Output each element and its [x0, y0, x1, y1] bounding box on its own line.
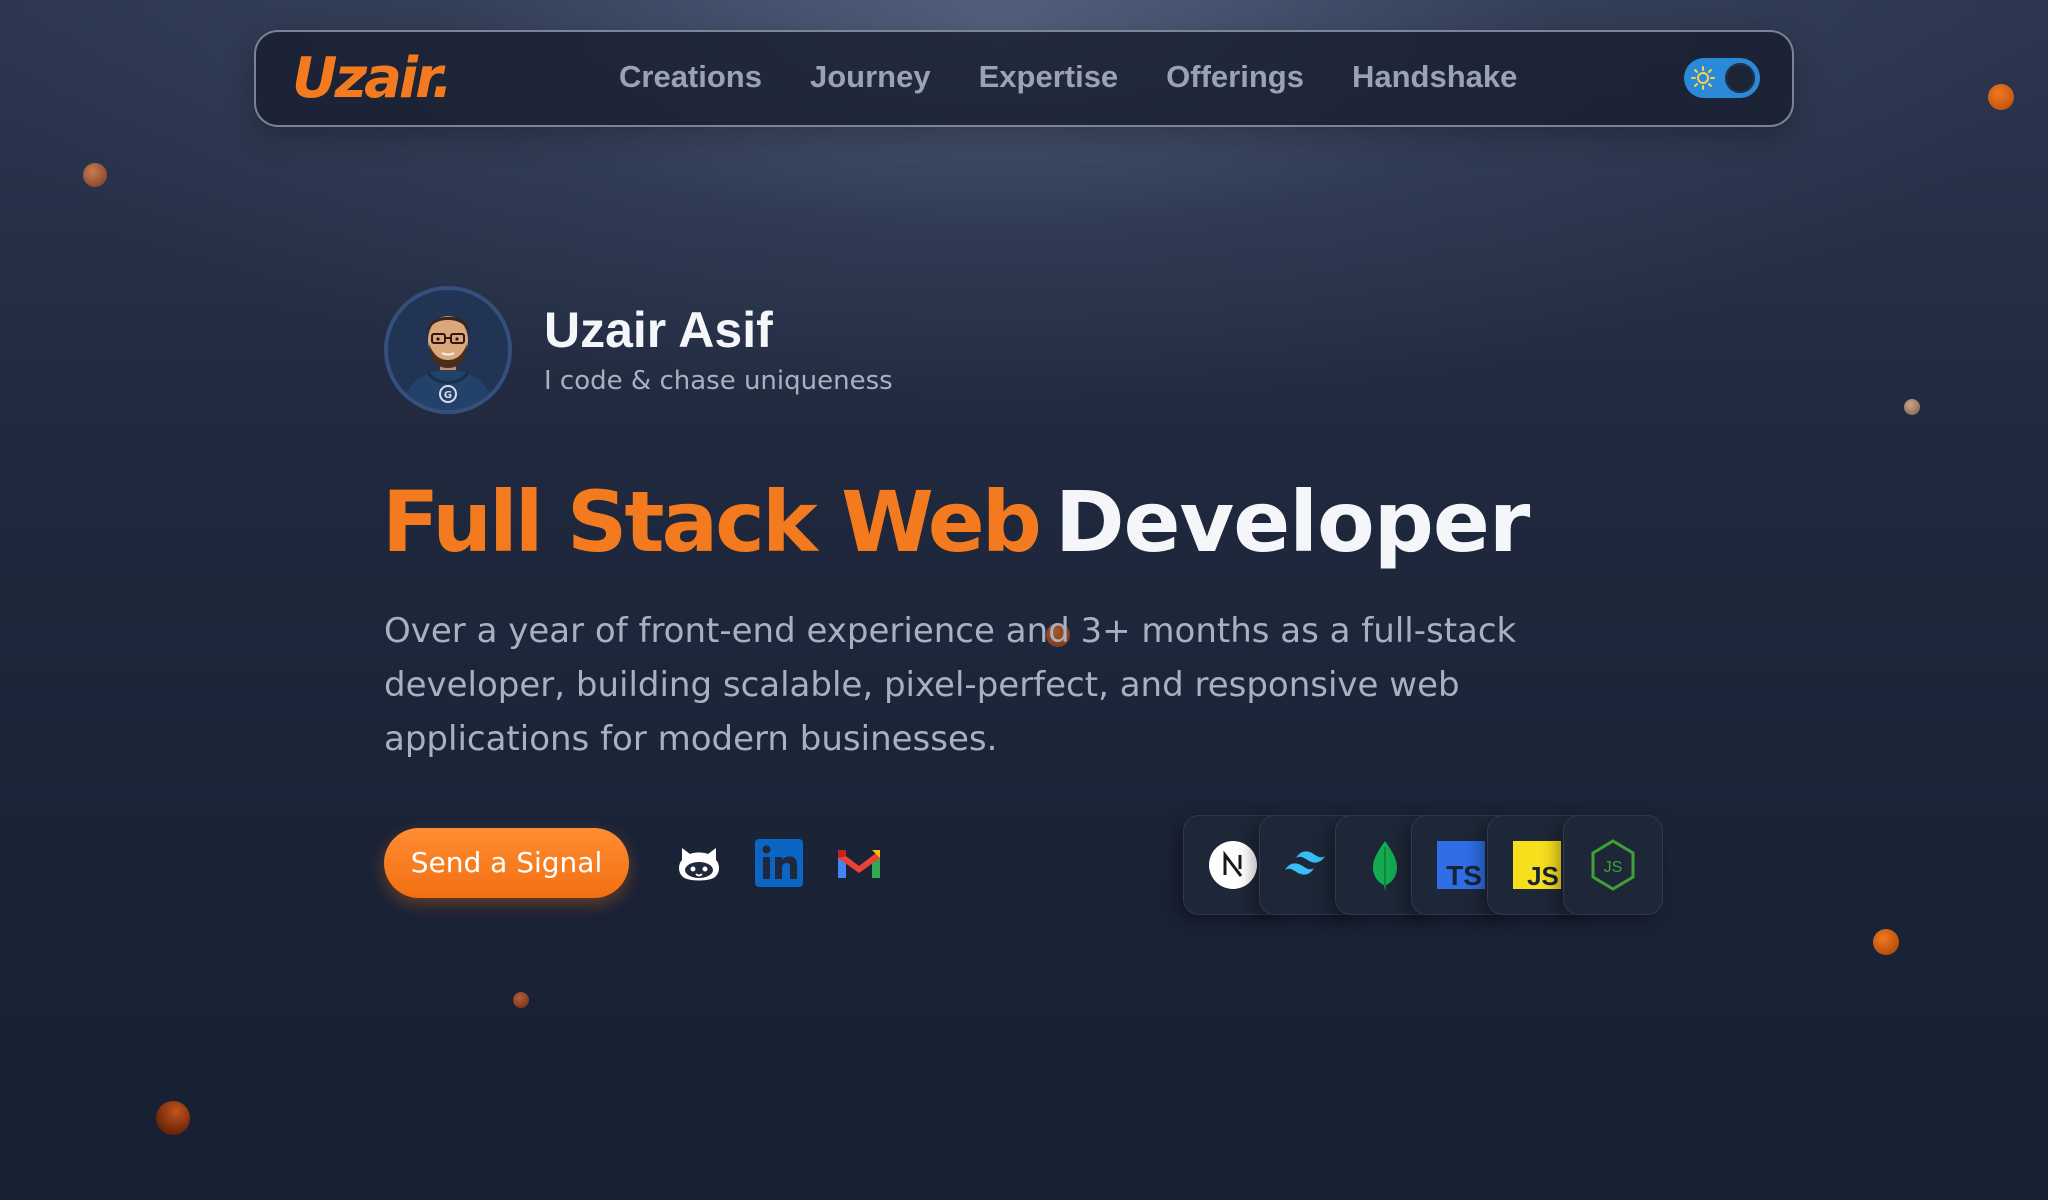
tech-stack: TS JS JS [1183, 815, 1663, 915]
github-icon[interactable] [674, 838, 724, 888]
theme-toggle[interactable] [1684, 58, 1760, 98]
profile-text: Uzair Asif I code & chase uniqueness [544, 304, 893, 397]
floating-orb [513, 992, 529, 1008]
nav-link-creations[interactable]: Creations [619, 59, 762, 95]
profile: G Uzair Asif I code & chase uniqueness [384, 286, 893, 414]
floating-orb [1988, 84, 2014, 110]
avatar: G [384, 286, 512, 414]
svg-text:JS: JS [1527, 861, 1559, 889]
floating-orb [1904, 399, 1920, 415]
hero-title-accent: Full Stack Web [382, 473, 1042, 571]
toggle-knob [1725, 63, 1755, 93]
profile-name: Uzair Asif [544, 301, 773, 358]
hero-title-plain: Developer [1054, 473, 1530, 571]
site-logo[interactable]: Uzair. [292, 46, 453, 111]
sun-icon [1691, 66, 1715, 90]
linkedin-icon[interactable] [754, 838, 804, 888]
hero-description: Over a year of front-end experience and … [384, 611, 1517, 759]
tailwind-icon [1285, 851, 1325, 875]
nodejs-icon: JS [1591, 839, 1635, 891]
mongodb-icon [1373, 841, 1397, 891]
gmail-icon[interactable] [834, 838, 884, 888]
profile-tagline: I code & chase uniqueness [544, 366, 893, 397]
social-links [674, 838, 884, 888]
floating-orb [156, 1101, 190, 1135]
typescript-icon: TS [1437, 841, 1485, 889]
hero-title: Full Stack Web Developer [382, 472, 1530, 573]
javascript-icon: JS [1513, 841, 1561, 889]
svg-text:JS: JS [1604, 859, 1623, 876]
tech-card-nodejs: JS [1563, 815, 1663, 915]
nav-link-offerings[interactable]: Offerings [1166, 59, 1304, 95]
nav-link-journey[interactable]: Journey [810, 59, 931, 95]
nav-link-handshake[interactable]: Handshake [1352, 59, 1517, 95]
avatar-illustration: G [388, 290, 508, 410]
floating-orb [1873, 929, 1899, 955]
floating-orb [83, 163, 107, 187]
nextjs-icon [1209, 841, 1257, 889]
svg-text:TS: TS [1446, 860, 1482, 889]
nav-links: Creations Journey Expertise Offerings Ha… [619, 59, 1565, 95]
svg-text:G: G [444, 390, 452, 401]
send-signal-button[interactable]: Send a Signal [384, 828, 629, 898]
navbar: Uzair. Creations Journey Expertise Offer… [254, 30, 1794, 127]
nav-link-expertise[interactable]: Expertise [979, 59, 1119, 95]
